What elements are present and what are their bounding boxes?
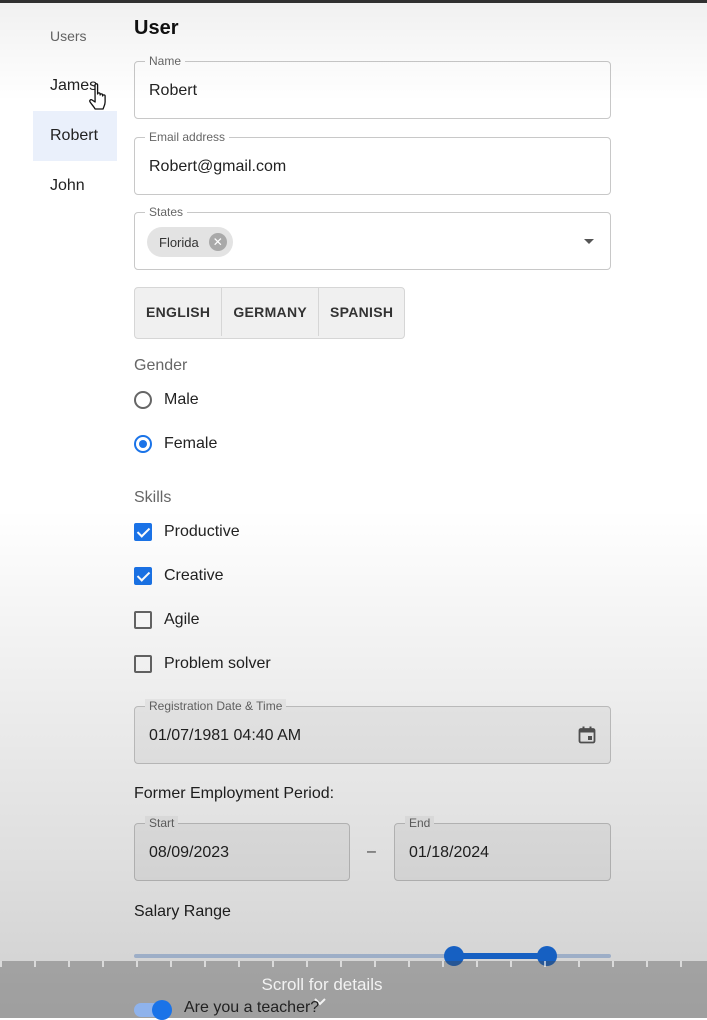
scroll-hint-banner: Scroll for details [0, 961, 707, 1018]
employment-end-field[interactable]: End 01/18/2024 [394, 816, 611, 881]
date-range-separator: – [367, 843, 376, 860]
skills-label: Skills [134, 489, 172, 506]
skill-option-label: Creative [164, 567, 224, 584]
registration-datetime-field[interactable]: Registration Date & Time 01/07/1981 04:4… [134, 699, 611, 764]
teacher-toggle-row[interactable]: Are you a teacher? [134, 996, 319, 1020]
employment-period-label: Former Employment Period: [134, 785, 335, 802]
scroll-hint-text: Scroll for details [261, 975, 383, 994]
gender-option-male[interactable]: Male [134, 388, 199, 412]
slider-active-track [453, 953, 547, 959]
teacher-toggle-switch[interactable] [134, 998, 172, 1020]
hand-pointer-cursor-icon [89, 83, 106, 110]
chip-remove-icon[interactable]: ✕ [208, 233, 227, 251]
form-title: User [134, 17, 179, 39]
gender-label: Gender [134, 357, 188, 374]
calendar-icon[interactable] [578, 726, 596, 744]
name-field[interactable]: Name Robert [134, 54, 611, 119]
skill-option-agile[interactable]: Agile [134, 608, 200, 632]
employment-start-field[interactable]: Start 08/09/2023 [134, 816, 350, 881]
dropdown-arrow-icon[interactable] [584, 239, 594, 244]
skill-option-label: Productive [164, 523, 240, 540]
skill-option-problem-solver[interactable]: Problem solver [134, 652, 271, 676]
checkbox-checked-icon[interactable] [134, 523, 152, 541]
skill-option-productive[interactable]: Productive [134, 520, 240, 544]
sidebar-header: Users [50, 28, 87, 44]
skill-option-label: Problem solver [164, 655, 271, 672]
state-chip-florida: Florida ✕ [147, 227, 233, 257]
registration-field-label: Registration Date & Time [145, 699, 287, 713]
start-field-value: 08/09/2023 [149, 844, 230, 861]
salary-range-label: Salary Range [134, 903, 231, 920]
email-field[interactable]: Email address Robert@gmail.com [134, 130, 611, 195]
radio-checked-icon[interactable] [134, 435, 152, 453]
states-select[interactable]: States Florida ✕ [134, 205, 611, 270]
email-field-label: Email address [145, 130, 230, 144]
email-field-value: Robert@gmail.com [149, 158, 287, 175]
gender-option-label: Female [164, 435, 218, 452]
checkbox-checked-icon[interactable] [134, 567, 152, 585]
name-field-value: Robert [149, 82, 198, 99]
end-field-value: 01/18/2024 [409, 844, 490, 861]
skill-option-creative[interactable]: Creative [134, 564, 224, 588]
gender-option-label: Male [164, 391, 199, 408]
scroll-banner-ticks [0, 961, 707, 967]
skill-option-label: Agile [164, 611, 200, 628]
states-select-label: States [145, 205, 188, 219]
gender-option-female[interactable]: Female [134, 432, 217, 456]
teacher-toggle-label: Are you a teacher? [184, 999, 320, 1016]
language-button-spanish[interactable]: SPANISH [319, 288, 404, 336]
radio-unchecked-icon[interactable] [134, 391, 152, 409]
top-edge [0, 0, 707, 3]
name-field-label: Name [145, 54, 186, 68]
end-field-label: End [405, 816, 435, 830]
sidebar-item-robert[interactable]: Robert [33, 111, 117, 161]
toggle-knob [152, 1000, 172, 1020]
registration-field-value: 01/07/1981 04:40 AM [149, 727, 302, 744]
start-field-label: Start [145, 816, 179, 830]
checkbox-unchecked-icon[interactable] [134, 655, 152, 673]
language-button-group: ENGLISH GERMANY SPANISH [134, 287, 406, 339]
state-chip-label: Florida [159, 234, 199, 250]
sidebar-item-john[interactable]: John [33, 161, 117, 211]
language-button-english[interactable]: ENGLISH [135, 288, 223, 336]
checkbox-unchecked-icon[interactable] [134, 611, 152, 629]
language-button-germany[interactable]: GERMANY [222, 288, 319, 336]
